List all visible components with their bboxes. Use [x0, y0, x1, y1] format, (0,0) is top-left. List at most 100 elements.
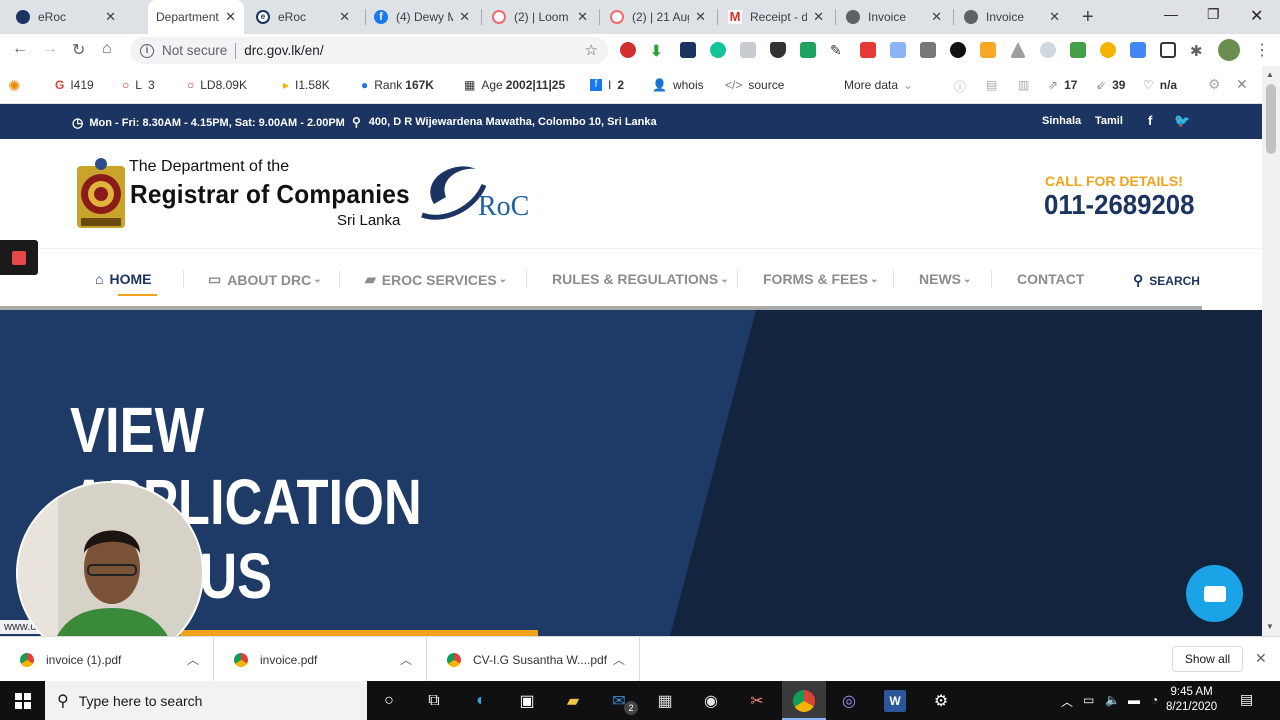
seo-google-index[interactable]: G I419	[55, 78, 94, 92]
wifi-icon[interactable]: ◔	[1151, 693, 1158, 707]
seo-rank[interactable]: ● Rank 167K	[361, 78, 434, 92]
tab-gmail[interactable]: M Receipt - d ✕	[720, 0, 832, 34]
close-window-button[interactable]: ✕	[1250, 6, 1263, 26]
tab-department[interactable]: Department of the ✕	[148, 0, 244, 34]
timer-icon[interactable]	[1040, 42, 1056, 58]
bookmark-star-icon[interactable]: ☆	[585, 41, 598, 59]
scroll-down-icon[interactable]: ▼	[1266, 622, 1274, 631]
gear-icon[interactable]: ⚙	[1208, 76, 1221, 93]
seo-bing-index[interactable]: ▸ I 1.58K	[283, 78, 330, 92]
task-view-icon[interactable]: ⧉	[423, 690, 445, 712]
windows-start-icon[interactable]	[12, 690, 34, 712]
cube-icon[interactable]	[1160, 42, 1176, 58]
close-icon[interactable]: ✕	[695, 9, 706, 25]
adblock-icon[interactable]	[620, 42, 636, 58]
cortana-icon[interactable]: ○	[378, 690, 400, 712]
show-all-button[interactable]: Show all	[1172, 646, 1243, 672]
sheets-icon[interactable]	[800, 42, 816, 58]
info-icon[interactable]: ⓘ	[954, 78, 966, 95]
file-explorer-icon[interactable]: ▰	[562, 690, 584, 712]
nav-about-drc[interactable]: ▭ ABOUT DRC ⌄	[208, 271, 322, 288]
chat-button[interactable]	[1186, 565, 1243, 622]
puzzle-icon[interactable]: ✱	[1190, 42, 1206, 60]
close-icon[interactable]: ✕	[1236, 76, 1248, 93]
chevron-up-icon[interactable]: ︿	[187, 651, 199, 668]
tab-eroc-1[interactable]: eRoc ✕	[8, 0, 124, 34]
close-icon[interactable]: ✕	[577, 9, 588, 25]
close-icon[interactable]: ✕	[1255, 650, 1267, 667]
download-item[interactable]: CV-I.G Susantha W....pdf ︿	[427, 637, 640, 682]
close-icon[interactable]: ✕	[813, 9, 824, 25]
seoquake-icon[interactable]	[1100, 42, 1116, 58]
lang-label[interactable]: Tamil	[1095, 115, 1123, 127]
nav-home[interactable]: ⌂ HOME	[95, 271, 151, 287]
seo-internal-links[interactable]: ⇙ 39	[1096, 78, 1125, 92]
page-icon[interactable]: ▤	[986, 78, 997, 92]
taskbar-clock[interactable]: 9:45 AM 8/21/2020	[1166, 685, 1217, 715]
eroc-logo[interactable]: RoC	[414, 159, 536, 225]
avatar[interactable]	[1218, 39, 1240, 61]
battery-icon[interactable]: ▬	[1128, 693, 1140, 707]
download-item[interactable]: invoice (1).pdf ︿	[0, 637, 214, 682]
nav-search[interactable]: ⚲ SEARCH	[1133, 272, 1200, 289]
new-tab-button[interactable]: +	[1082, 6, 1094, 29]
download-arrow-icon[interactable]: ⬇	[650, 42, 666, 60]
snip-icon[interactable]: ✂	[746, 690, 768, 712]
close-icon[interactable]: ✕	[339, 9, 350, 25]
seo-facebook[interactable]: f I 2	[590, 78, 624, 92]
close-icon[interactable]: ✕	[225, 9, 236, 25]
loom-icon[interactable]: ◎	[838, 690, 860, 712]
pencil-icon[interactable]: ✎	[830, 42, 846, 58]
tab-loom-1[interactable]: (2) | Loom ✕	[484, 0, 596, 34]
seo-links[interactable]: ○ L 3	[122, 78, 155, 92]
crest-logo[interactable]	[75, 156, 127, 230]
page-scrollbar[interactable]: ▲ ▼	[1262, 66, 1280, 636]
nav-forms-fees[interactable]: FORMS & FEES ⌄	[763, 271, 878, 287]
menu-icon[interactable]: ⋮	[1254, 40, 1270, 60]
taskbar-search[interactable]: ⚲ Type here to search	[45, 681, 367, 720]
word-icon[interactable]: W	[884, 690, 906, 712]
scroll-thumb[interactable]	[1266, 84, 1276, 154]
notification-icon[interactable]: ▤	[1240, 691, 1253, 708]
address-bar[interactable]: i Not secure drc.gov.lk/en/ ☆	[130, 37, 608, 64]
download-item[interactable]: invoice.pdf ︿	[214, 637, 427, 682]
info-icon[interactable]: i	[140, 43, 154, 58]
close-icon[interactable]: ✕	[105, 9, 116, 25]
back-icon[interactable]: ←	[12, 40, 28, 58]
lang-sinhala[interactable]: Sinhala	[1042, 115, 1081, 127]
tool-icon[interactable]	[920, 42, 936, 58]
minimize-button[interactable]: —	[1164, 6, 1178, 22]
scroll-up-icon[interactable]: ▲	[1266, 70, 1274, 79]
twitter-icon[interactable]: 🐦	[1174, 113, 1190, 129]
doc-icon[interactable]: ▥	[1018, 78, 1029, 92]
grammarly-icon[interactable]	[710, 42, 726, 58]
nav-news[interactable]: NEWS ⌄	[919, 271, 971, 287]
nav-contact[interactable]: CONTACT	[1017, 271, 1084, 287]
tab-invoice-2[interactable]: Invoice ✕	[956, 0, 1068, 34]
tab-facebook[interactable]: f (4) Dewy M ✕	[366, 0, 478, 34]
tab-eroc-2[interactable]: e eRoc ✕	[248, 0, 358, 34]
screen-icon[interactable]	[1130, 42, 1146, 58]
lang-tamil[interactable]: Tamil	[1095, 115, 1123, 127]
tab-loom-2[interactable]: (2) | 21 Aug ✕	[602, 0, 714, 34]
seo-age[interactable]: ▦ Age 2002|11|25	[464, 78, 565, 92]
code-icon[interactable]	[740, 42, 756, 58]
tab-invoice-1[interactable]: Invoice ✕	[838, 0, 950, 34]
store-icon[interactable]: ▣	[516, 690, 538, 712]
seo-density[interactable]: ♡ n/a	[1143, 78, 1177, 92]
seo-whois[interactable]: 👤 whois	[652, 78, 704, 92]
docs-icon[interactable]	[890, 42, 906, 58]
edge-icon[interactable]: ◐	[470, 690, 492, 712]
volume-icon[interactable]: 🔈	[1105, 693, 1120, 707]
network-icon[interactable]: ▭	[1083, 693, 1094, 707]
facebook-icon[interactable]: f	[1148, 113, 1152, 128]
chevron-up-icon[interactable]: ︿	[613, 651, 625, 668]
close-icon[interactable]: ✕	[931, 9, 942, 25]
eyes-icon[interactable]	[950, 42, 966, 58]
whatsapp-icon[interactable]	[1070, 42, 1086, 58]
call-phone[interactable]: 011-2689208	[1044, 189, 1194, 221]
url-text[interactable]: drc.gov.lk/en/	[244, 43, 323, 58]
close-icon[interactable]: ✕	[459, 9, 470, 25]
reload-icon[interactable]: ↻	[72, 40, 85, 60]
chrome-taskbar-active[interactable]	[782, 681, 826, 720]
